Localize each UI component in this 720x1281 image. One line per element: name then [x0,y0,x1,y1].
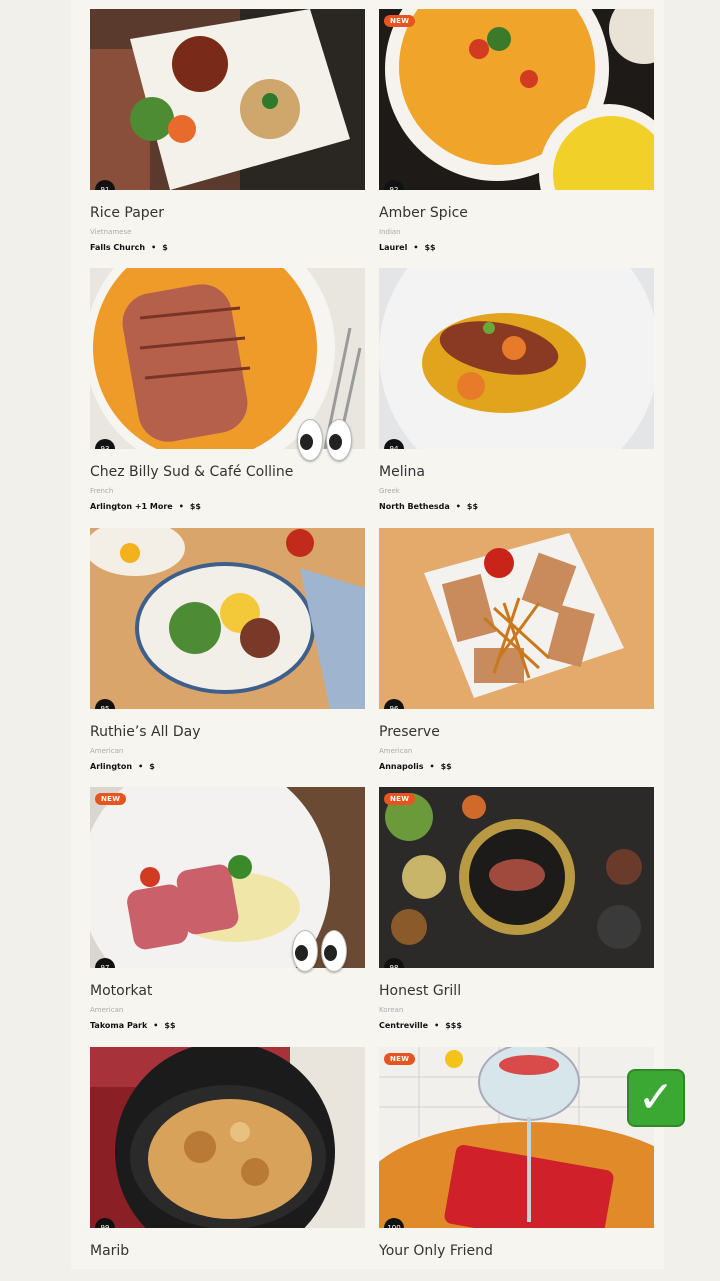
separator: • [455,502,461,511]
separator: • [153,1021,159,1030]
restaurant-name[interactable]: Motorkat [90,983,152,999]
location-price: Arlington +1 More • $$ [90,502,201,511]
new-badge: NEW [384,1053,416,1065]
restaurant-card[interactable]: 96 Preserve American Annapolis • $$ [379,528,654,778]
separator: • [151,243,157,252]
restaurant-name[interactable]: Your Only Friend [379,1243,493,1259]
restaurant-card[interactable]: 95 Ruthie’s All Day American Arlington • $ [90,528,365,778]
price: $$ [440,762,452,771]
food-photo[interactable]: 91 [90,9,365,190]
new-badge: NEW [384,793,416,805]
restaurant-name[interactable]: Melina [379,464,425,480]
price: $$ [164,1021,176,1030]
location: Centreville [379,1021,429,1030]
cuisine-label: Vietnamese [90,228,132,236]
food-photo[interactable]: 99 [90,1047,365,1228]
food-photo[interactable]: 95 [90,528,365,709]
eyes-emoji-icon [292,930,350,974]
location: Takoma Park [90,1021,148,1030]
location: Annapolis [379,762,424,771]
new-badge: NEW [384,15,416,27]
location-price: Arlington • $ [90,762,155,771]
restaurant-name[interactable]: Honest Grill [379,983,461,999]
location-price: Falls Church • $ [90,243,168,252]
restaurant-card[interactable]: NEW 98 Honest Grill Korean Centreville • $… [379,787,654,1037]
location: Laurel [379,243,408,252]
cuisine-label: American [379,747,413,755]
price: $$$ [445,1021,462,1030]
location: Arlington [90,762,133,771]
cuisine-label: Indian [379,228,401,236]
location-price: North Bethesda • $$ [379,502,478,511]
price: $ [149,762,155,771]
location: Falls Church [90,243,146,252]
restaurant-card[interactable]: NEW 92 Amber Spice Indian Laurel • $$ [379,9,654,259]
food-photo[interactable]: NEW 100 [379,1047,654,1228]
restaurant-name[interactable]: Chez Billy Sud & Café Colline [90,464,293,480]
cuisine-label: Greek [379,487,400,495]
restaurant-card[interactable]: 93 Chez Billy Sud & Café Colline French … [90,268,365,518]
check-mark-icon: ✓ [627,1069,685,1127]
restaurant-name[interactable]: Preserve [379,724,440,740]
restaurant-card[interactable]: 94 Melina Greek North Bethesda • $$ [379,268,654,518]
separator: • [429,762,435,771]
food-photo[interactable]: 94 [379,268,654,449]
restaurant-name[interactable]: Amber Spice [379,205,468,221]
location: Arlington +1 More [90,502,173,511]
price: $$ [466,502,479,511]
location-price: Laurel • $$ [379,243,436,252]
restaurant-name[interactable]: Marib [90,1243,129,1259]
location-price: Takoma Park • $$ [90,1021,176,1030]
cuisine-label: American [90,1006,124,1014]
location: North Bethesda [379,502,450,511]
new-badge: NEW [95,793,127,805]
separator: • [434,1021,440,1030]
eyes-emoji-icon [297,419,355,463]
restaurant-card[interactable]: 91 Rice Paper Vietnamese Falls Church • $ [90,9,365,259]
food-photo[interactable]: 96 [379,528,654,709]
restaurant-card[interactable]: NEW 100 Your Only Friend [379,1047,654,1269]
location-price: Annapolis • $$ [379,762,452,771]
cuisine-label: American [90,747,124,755]
separator: • [138,762,144,771]
food-photo[interactable]: NEW 98 [379,787,654,968]
price: $$ [189,502,201,511]
restaurant-name[interactable]: Ruthie’s All Day [90,724,200,740]
food-photo[interactable]: NEW 92 [379,9,654,190]
separator: • [413,243,419,252]
cuisine-label: French [90,487,114,495]
restaurant-card[interactable]: 99 Marib [90,1047,365,1269]
price: $$ [424,243,436,252]
location-price: Centreville • $$$ [379,1021,462,1030]
cuisine-label: Korean [379,1006,404,1014]
price: $ [162,243,168,252]
separator: • [178,502,184,511]
restaurant-card[interactable]: NEW 97 Motorkat American Takoma Park • $$ [90,787,365,1037]
restaurant-name[interactable]: Rice Paper [90,205,164,221]
